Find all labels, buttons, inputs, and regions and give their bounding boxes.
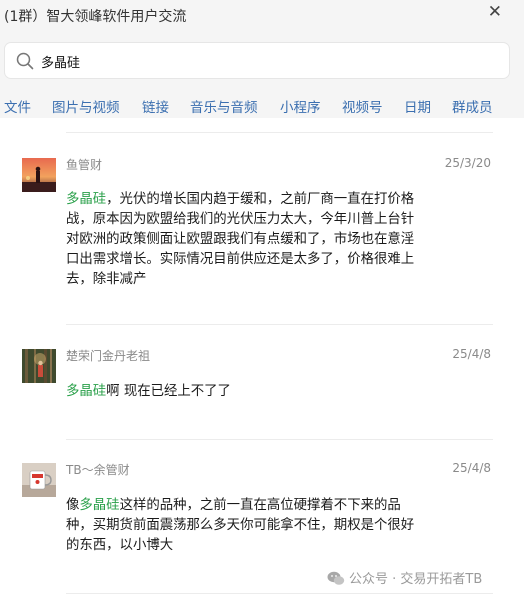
avatar[interactable] bbox=[22, 158, 56, 192]
close-icon[interactable]: ✕ bbox=[488, 2, 502, 22]
message-text: 多晶硅，光伏的增长国内趋于缓和，之前厂商一直在打价格战，原本因为欧盟给我们的光伏… bbox=[66, 190, 422, 290]
search-box[interactable] bbox=[4, 42, 510, 79]
message-prefix: 像 bbox=[66, 498, 80, 513]
message-body: 啊 现在已经上不了了 bbox=[106, 384, 231, 399]
sender-name: TB～余管财 bbox=[66, 463, 130, 477]
divider bbox=[66, 593, 493, 594]
watermark: 公众号 · 交易开拓者TB bbox=[327, 568, 482, 587]
watermark-text: 公众号 · 交易开拓者TB bbox=[349, 572, 483, 587]
tab-date[interactable]: 日期 bbox=[404, 96, 431, 116]
message-date: 25/4/8 bbox=[452, 347, 491, 361]
tab-mini-programs[interactable]: 小程序 bbox=[280, 96, 321, 116]
divider bbox=[66, 439, 493, 440]
title-bar: (1群）智大领峰软件用户交流 ✕ bbox=[0, 0, 524, 32]
keyword-highlight: 多晶硅 bbox=[66, 384, 107, 399]
avatar[interactable] bbox=[22, 349, 56, 383]
search-results[interactable]: 鱼管财 25/3/20 多晶硅，光伏的增长国内趋于缓和，之前厂商一直在打价格战，… bbox=[0, 118, 524, 601]
tab-channels[interactable]: 视频号 bbox=[342, 96, 383, 116]
message-body: ，光伏的增长国内趋于缓和，之前厂商一直在打价格战，原本因为欧盟给我们的光伏压力太… bbox=[66, 192, 415, 287]
message-date: 25/3/20 bbox=[444, 156, 491, 170]
wechat-icon bbox=[327, 571, 345, 585]
keyword-highlight: 多晶硅 bbox=[79, 498, 120, 513]
message-text: 像多晶硅这样的品种，之前一直在高位硬撑着不下来的品种，买期货前面震荡那么多天你可… bbox=[66, 496, 422, 556]
divider bbox=[66, 324, 493, 325]
message-text: 多晶硅啊 现在已经上不了了 bbox=[66, 382, 422, 402]
message-date: 25/4/8 bbox=[452, 461, 491, 475]
keyword-highlight: 多晶硅 bbox=[66, 192, 107, 207]
tab-group-members[interactable]: 群成员 bbox=[452, 96, 493, 116]
sender-name: 鱼管财 bbox=[66, 158, 103, 172]
sender-name: 楚荣门金丹老祖 bbox=[66, 349, 151, 363]
search-input[interactable] bbox=[41, 49, 481, 73]
avatar[interactable] bbox=[22, 463, 56, 497]
tab-music-audio[interactable]: 音乐与音频 bbox=[190, 96, 258, 116]
divider bbox=[66, 132, 493, 133]
filter-tabs: 文件 图片与视频 链接 音乐与音频 小程序 视频号 日期 群成员 bbox=[0, 96, 524, 118]
tab-images-videos[interactable]: 图片与视频 bbox=[52, 96, 120, 116]
tab-links[interactable]: 链接 bbox=[142, 96, 169, 116]
tab-files[interactable]: 文件 bbox=[4, 96, 31, 116]
search-icon bbox=[16, 52, 34, 70]
window-title: (1群）智大领峰软件用户交流 bbox=[4, 9, 187, 25]
